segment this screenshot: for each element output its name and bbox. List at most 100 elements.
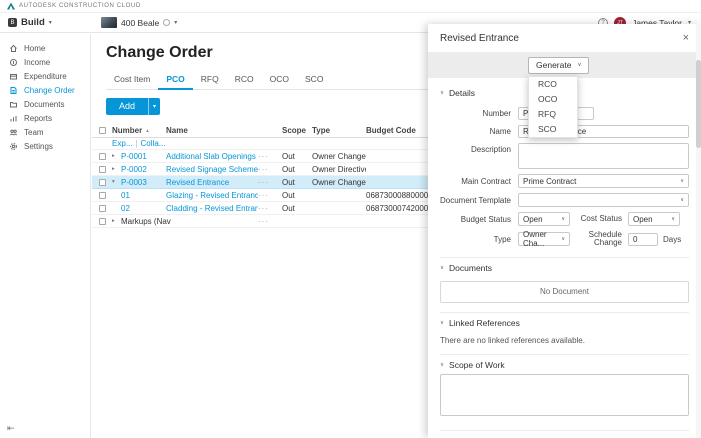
chevron-down-icon: ▾ bbox=[49, 19, 52, 26]
collapse-caret-icon[interactable]: ▾ bbox=[112, 179, 121, 185]
document-template-label: Document Template bbox=[440, 196, 518, 205]
number-label: Number bbox=[440, 109, 518, 118]
expand-caret-icon[interactable]: ▸ bbox=[112, 218, 121, 224]
budget-status-select[interactable]: Open ∨ bbox=[518, 212, 570, 226]
row-checkbox[interactable] bbox=[99, 205, 106, 212]
row-number-link[interactable]: P-0001 bbox=[121, 152, 147, 161]
schedule-change-input[interactable] bbox=[628, 233, 658, 246]
description-textarea[interactable] bbox=[518, 143, 689, 169]
brand-text: AUTODESK CONSTRUCTION CLOUD bbox=[19, 3, 141, 9]
linked-references-empty-state: There are no linked references available… bbox=[440, 336, 689, 345]
tab-sco[interactable]: SCO bbox=[297, 71, 331, 89]
expand-caret-icon[interactable]: ▸ bbox=[112, 166, 121, 172]
menu-item-sco[interactable]: SCO bbox=[529, 122, 577, 137]
document-template-select[interactable]: ∨ bbox=[518, 193, 689, 207]
collapse-sidebar-icon[interactable]: ⇤ bbox=[7, 423, 15, 434]
chevron-down-icon: ∨ bbox=[667, 216, 675, 222]
chevron-down-icon: ∨ bbox=[557, 216, 565, 222]
panel-scrollbar[interactable] bbox=[696, 24, 701, 438]
row-checkbox[interactable] bbox=[99, 192, 106, 199]
row-number-link[interactable]: P-0003 bbox=[121, 178, 147, 187]
type-select[interactable]: Owner Cha... ∨ bbox=[518, 232, 570, 246]
select-all-checkbox[interactable] bbox=[99, 127, 106, 134]
row-checkbox[interactable] bbox=[99, 218, 106, 225]
autodesk-logo-icon bbox=[7, 3, 15, 10]
menu-item-rco[interactable]: RCO bbox=[529, 77, 577, 92]
tab-rco[interactable]: RCO bbox=[227, 71, 262, 89]
sidebar-item-settings[interactable]: Settings bbox=[0, 139, 90, 153]
sidebar-item-documents[interactable]: Documents bbox=[0, 97, 90, 111]
scope-of-work-textarea[interactable] bbox=[440, 374, 689, 416]
section-markup-summary: ∨ Markup Summary bbox=[440, 430, 689, 438]
income-icon bbox=[9, 58, 18, 67]
more-options-icon[interactable]: ··· bbox=[258, 178, 282, 187]
column-header-type[interactable]: Type bbox=[312, 126, 366, 135]
expand-all-link[interactable]: Exp... bbox=[112, 139, 132, 148]
row-name-link[interactable]: Revised Entrance bbox=[166, 178, 229, 187]
menu-item-rfq[interactable]: RFQ bbox=[529, 107, 577, 122]
row-name-link[interactable]: Additional Slab Openings bbox=[166, 152, 256, 161]
documents-empty-state: No Document bbox=[440, 281, 689, 303]
change-order-icon bbox=[9, 86, 18, 95]
sidebar-item-label: Change Order bbox=[24, 86, 75, 95]
more-options-icon[interactable]: ··· bbox=[258, 152, 282, 161]
row-name-link[interactable]: Revised Signage Scheme bbox=[166, 165, 258, 174]
sidebar-item-income[interactable]: Income bbox=[0, 55, 90, 69]
brand-bar: AUTODESK CONSTRUCTION CLOUD bbox=[0, 0, 701, 13]
select-value: Open bbox=[633, 215, 653, 224]
tab-pco[interactable]: PCO bbox=[158, 71, 192, 90]
row-checkbox[interactable] bbox=[99, 153, 106, 160]
row-checkbox[interactable] bbox=[99, 179, 106, 186]
add-button[interactable]: Add bbox=[106, 98, 148, 115]
project-status-icon bbox=[163, 19, 170, 26]
tab-rfq[interactable]: RFQ bbox=[193, 71, 227, 89]
row-checkbox[interactable] bbox=[99, 166, 106, 173]
column-header-scope[interactable]: Scope bbox=[282, 126, 312, 135]
sort-asc-icon: ▲ bbox=[145, 128, 149, 133]
section-documents-header[interactable]: ∨ Documents bbox=[440, 259, 689, 277]
budget-status-label: Budget Status bbox=[440, 215, 518, 224]
sidebar-item-change-order[interactable]: Change Order bbox=[0, 83, 90, 97]
section-scope-of-work-header[interactable]: ∨ Scope of Work bbox=[440, 356, 689, 374]
cost-status-select[interactable]: Open ∨ bbox=[628, 212, 680, 226]
section-markup-summary-header[interactable]: ∨ Markup Summary bbox=[440, 432, 689, 438]
main-contract-select[interactable]: Prime Contract ∨ bbox=[518, 174, 689, 188]
section-title: Documents bbox=[449, 263, 492, 273]
section-linked-references-header[interactable]: ∨ Linked References bbox=[440, 314, 689, 332]
column-header-name[interactable]: Name bbox=[166, 126, 258, 135]
more-options-icon[interactable]: ··· bbox=[258, 204, 282, 213]
row-scope: Out bbox=[282, 165, 312, 174]
more-options-icon[interactable]: ··· bbox=[258, 217, 282, 226]
more-options-icon[interactable]: ··· bbox=[258, 165, 282, 174]
column-header-number[interactable]: Number ▲ bbox=[112, 126, 166, 135]
sidebar-item-reports[interactable]: Reports bbox=[0, 111, 90, 125]
generate-button-label: Generate bbox=[536, 60, 571, 70]
sidebar-item-expenditure[interactable]: Expenditure bbox=[0, 69, 90, 83]
description-label: Description bbox=[440, 143, 518, 154]
panel-header: Revised Entrance × bbox=[428, 24, 701, 52]
tab-oco[interactable]: OCO bbox=[262, 71, 297, 89]
row-number-link[interactable]: 01 bbox=[121, 191, 130, 200]
expand-caret-icon[interactable]: ▸ bbox=[112, 153, 121, 159]
add-dropdown-button[interactable]: ▾ bbox=[148, 98, 160, 115]
row-name-link[interactable]: Glazing - Revised Entrance bbox=[166, 191, 258, 200]
row-number-link[interactable]: 02 bbox=[121, 204, 130, 213]
schedule-change-label: Schedule Change bbox=[570, 231, 628, 248]
build-app-icon: B bbox=[8, 18, 17, 27]
close-icon[interactable]: × bbox=[683, 33, 689, 44]
row-number-link[interactable]: P-0002 bbox=[121, 165, 147, 174]
row-name-link[interactable]: Cladding - Revised Entrance bbox=[166, 204, 258, 213]
generate-dropdown-menu: RCO OCO RFQ SCO bbox=[528, 76, 578, 138]
tab-cost-item[interactable]: Cost Item bbox=[106, 71, 158, 89]
menu-item-oco[interactable]: OCO bbox=[529, 92, 577, 107]
row-type: Owner Change... bbox=[312, 178, 366, 187]
generate-button[interactable]: Generate ∨ bbox=[528, 57, 589, 74]
sidebar-item-team[interactable]: Team bbox=[0, 125, 90, 139]
app-switcher[interactable]: B Build ▾ bbox=[0, 17, 91, 28]
sidebar-item-home[interactable]: Home bbox=[0, 41, 90, 55]
collapse-all-link[interactable]: Colla... bbox=[141, 139, 166, 148]
row-scope: Out bbox=[282, 152, 312, 161]
project-selector[interactable]: 400 Beale ▾ bbox=[101, 17, 177, 28]
more-options-icon[interactable]: ··· bbox=[258, 191, 282, 200]
scrollbar-thumb[interactable] bbox=[696, 60, 701, 148]
